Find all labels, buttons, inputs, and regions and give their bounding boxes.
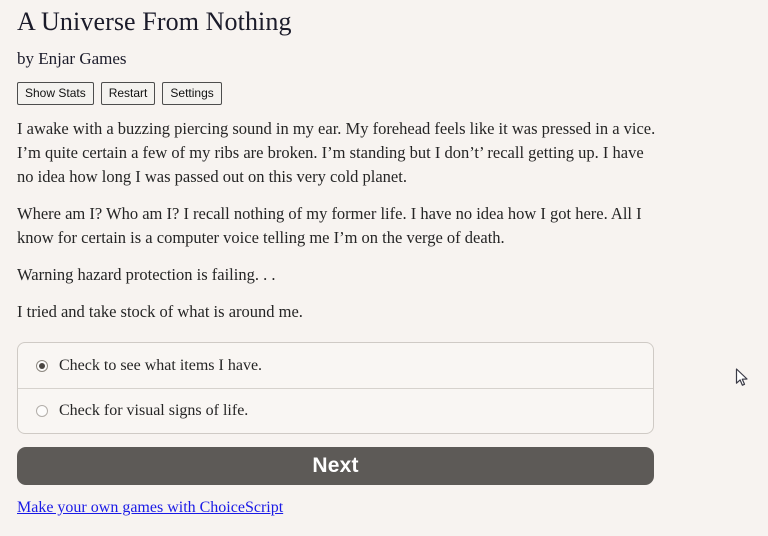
story-paragraph: Where am I? Who am I? I recall nothing o…: [17, 203, 642, 247]
show-stats-button[interactable]: Show Stats: [17, 81, 94, 105]
radio-selected-icon[interactable]: [36, 359, 48, 372]
settings-button[interactable]: Settings: [162, 81, 222, 105]
game-page: A Universe From Nothing by Enjar Games S…: [0, 0, 768, 536]
story-text: I awake with a buzzing piercing sound in…: [16, 105, 752, 325]
story-paragraph: Warning hazard protection is failing. . …: [17, 264, 276, 284]
choice-label: Check for visual signs of life.: [59, 402, 249, 420]
page-title: A Universe From Nothing: [17, 7, 292, 36]
choice-label: Check to see what items I have.: [59, 356, 263, 374]
toolbar: Show Stats Restart Settings: [16, 69, 752, 105]
choicescript-link[interactable]: Make your own games with ChoiceScript: [17, 499, 283, 517]
choice-option-1[interactable]: Check to see what items I have.: [18, 343, 653, 388]
author-byline: by Enjar Games: [17, 48, 127, 68]
choice-list: Check to see what items I have. Check fo…: [17, 342, 654, 435]
choice-option-2[interactable]: Check for visual signs of life.: [18, 388, 653, 433]
mouse-cursor-icon: [735, 368, 748, 386]
story-paragraph: I awake with a buzzing piercing sound in…: [17, 118, 656, 186]
restart-button[interactable]: Restart: [100, 81, 156, 105]
story-paragraph: I tried and take stock of what is around…: [17, 302, 303, 322]
next-button[interactable]: Next: [17, 447, 654, 486]
radio-unselected-icon[interactable]: [36, 405, 48, 418]
